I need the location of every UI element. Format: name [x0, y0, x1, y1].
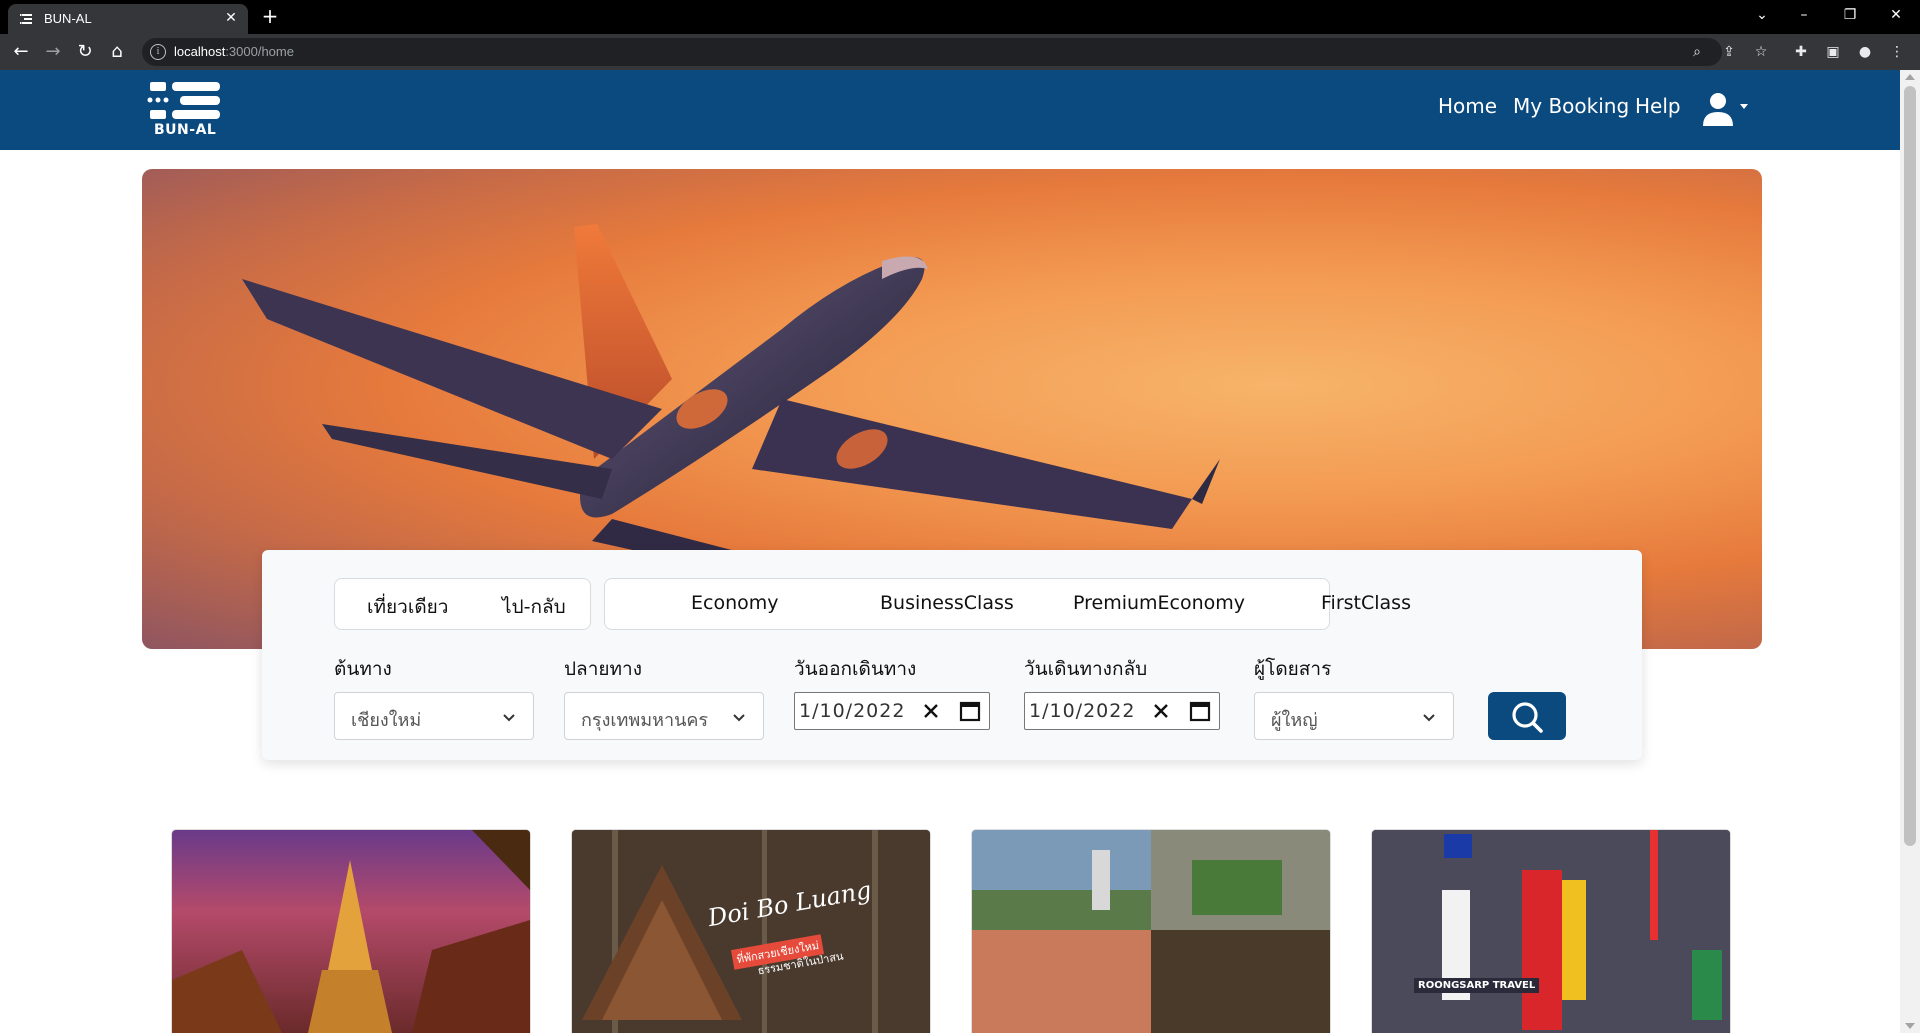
- forward-icon[interactable]: →: [43, 42, 63, 62]
- share-icon[interactable]: ⇪: [1721, 44, 1737, 60]
- card-sign-text: ROONGSARP TRAVEL: [1414, 978, 1540, 993]
- class-economy[interactable]: Economy: [691, 592, 779, 614]
- trip-type-round-trip[interactable]: ไป-กลับ: [502, 592, 566, 622]
- user-menu[interactable]: [1700, 92, 1750, 128]
- calendar-icon[interactable]: [959, 700, 981, 722]
- trip-type-toggle: เที่ยวเดียว ไป-กลับ: [334, 578, 591, 630]
- depart-date-value: 1/10/2022: [799, 700, 906, 722]
- clear-date-icon[interactable]: [1151, 701, 1171, 721]
- window-close-icon[interactable]: ✕: [1874, 0, 1918, 30]
- side-panel-icon[interactable]: ▣: [1825, 44, 1841, 60]
- url-text: localhost:3000/home: [174, 44, 294, 59]
- destination-card[interactable]: [172, 830, 530, 1033]
- scroll-down-icon[interactable]: [1905, 1023, 1915, 1029]
- page-scrollbar[interactable]: [1900, 70, 1920, 1033]
- logo[interactable]: BUN-AL: [146, 80, 226, 140]
- depart-date-label: วันออกเดินทาง: [794, 658, 917, 680]
- zoom-icon[interactable]: ⌕: [1689, 44, 1705, 60]
- bookmark-star-icon[interactable]: ☆: [1753, 44, 1769, 60]
- tab-close-icon[interactable]: ✕: [222, 9, 240, 27]
- app-header: BUN-AL Home My Booking Help: [0, 70, 1900, 150]
- back-icon[interactable]: ←: [11, 42, 31, 62]
- scroll-up-icon[interactable]: [1905, 74, 1915, 80]
- flight-search-panel: เที่ยวเดียว ไป-กลับ Economy BusinessClas…: [262, 550, 1642, 760]
- reload-icon[interactable]: ↻: [75, 42, 95, 62]
- return-date-input[interactable]: 1/10/2022: [1024, 692, 1220, 730]
- origin-label: ต้นทาง: [334, 658, 392, 680]
- cabin-image: [572, 830, 930, 1033]
- destination-card[interactable]: ROONGSARP TRAVEL: [1372, 830, 1730, 1033]
- address-bar[interactable]: i localhost:3000/home: [142, 38, 1722, 66]
- destination-card[interactable]: [972, 830, 1330, 1033]
- scrollbar-thumb[interactable]: [1904, 86, 1916, 846]
- search-button[interactable]: [1488, 692, 1566, 740]
- return-date-value: 1/10/2022: [1029, 700, 1136, 722]
- minimize-icon[interactable]: –: [1782, 0, 1826, 30]
- tab-search-icon[interactable]: ⌄: [1740, 0, 1784, 30]
- passenger-label: ผู้โดยสาร: [1254, 658, 1332, 680]
- new-tab-icon[interactable]: +: [260, 6, 280, 26]
- destination-card[interactable]: Doi Bo Luang ที่พักสวยเชียงใหม่ ธรรมชาติ…: [572, 830, 930, 1033]
- tab-title: BUN-AL: [44, 11, 92, 26]
- chevron-down-icon: [1423, 714, 1435, 722]
- temple-image: [172, 830, 530, 1033]
- clear-date-icon[interactable]: [921, 701, 941, 721]
- browser-tab[interactable]: BUN-AL ✕: [8, 4, 248, 34]
- logo-mark-icon: [147, 82, 220, 119]
- destination-label: ปลายทาง: [564, 658, 642, 680]
- logo-text: BUN-AL: [154, 122, 217, 138]
- trip-type-one-way[interactable]: เที่ยวเดียว: [367, 592, 448, 622]
- class-business[interactable]: BusinessClass: [880, 592, 1014, 614]
- profile-avatar-icon[interactable]: ●: [1857, 44, 1873, 60]
- destination-value: กรุงเทพมหานคร: [581, 710, 709, 731]
- user-icon: [1703, 93, 1748, 126]
- app-favicon-icon: [20, 14, 32, 24]
- city-park-image: [972, 830, 1330, 1033]
- extensions-icon[interactable]: ✚: [1793, 44, 1809, 60]
- chevron-down-icon: [503, 714, 515, 722]
- chinatown-image: [1372, 830, 1730, 1033]
- destination-select[interactable]: กรุงเทพมหานคร: [564, 692, 764, 740]
- class-premium-economy[interactable]: PremiumEconomy: [1073, 592, 1245, 614]
- return-date-label: วันเดินทางกลับ: [1024, 658, 1148, 680]
- origin-value: เชียงใหม่: [351, 710, 422, 731]
- passenger-select[interactable]: ผู้ใหญ่: [1254, 692, 1454, 740]
- depart-date-input[interactable]: 1/10/2022: [794, 692, 990, 730]
- nav-my-booking-link[interactable]: My Booking: [1513, 94, 1629, 118]
- class-first[interactable]: FirstClass: [1321, 592, 1411, 614]
- passenger-value: ผู้ใหญ่: [1271, 710, 1318, 731]
- search-icon: [1512, 702, 1543, 733]
- chevron-down-icon: [733, 714, 745, 722]
- site-info-icon[interactable]: i: [150, 44, 166, 60]
- browser-toolbar: ← → ↻ ⌂ i localhost:3000/home ⌕ ⇪ ☆ ✚ ▣ …: [0, 34, 1920, 70]
- browser-menu-icon[interactable]: ⋮: [1889, 44, 1905, 60]
- cabin-class-toggle: Economy BusinessClass PremiumEconomy Fir…: [604, 578, 1411, 630]
- restore-icon[interactable]: ❐: [1828, 0, 1872, 30]
- browser-tabbar: BUN-AL ✕ + ⌄ – ❐ ✕: [0, 0, 1920, 34]
- nav-help-link[interactable]: Help: [1635, 94, 1681, 118]
- origin-select[interactable]: เชียงใหม่: [334, 692, 534, 740]
- calendar-icon[interactable]: [1189, 700, 1211, 722]
- home-icon[interactable]: ⌂: [107, 42, 127, 62]
- nav-home-link[interactable]: Home: [1438, 94, 1497, 118]
